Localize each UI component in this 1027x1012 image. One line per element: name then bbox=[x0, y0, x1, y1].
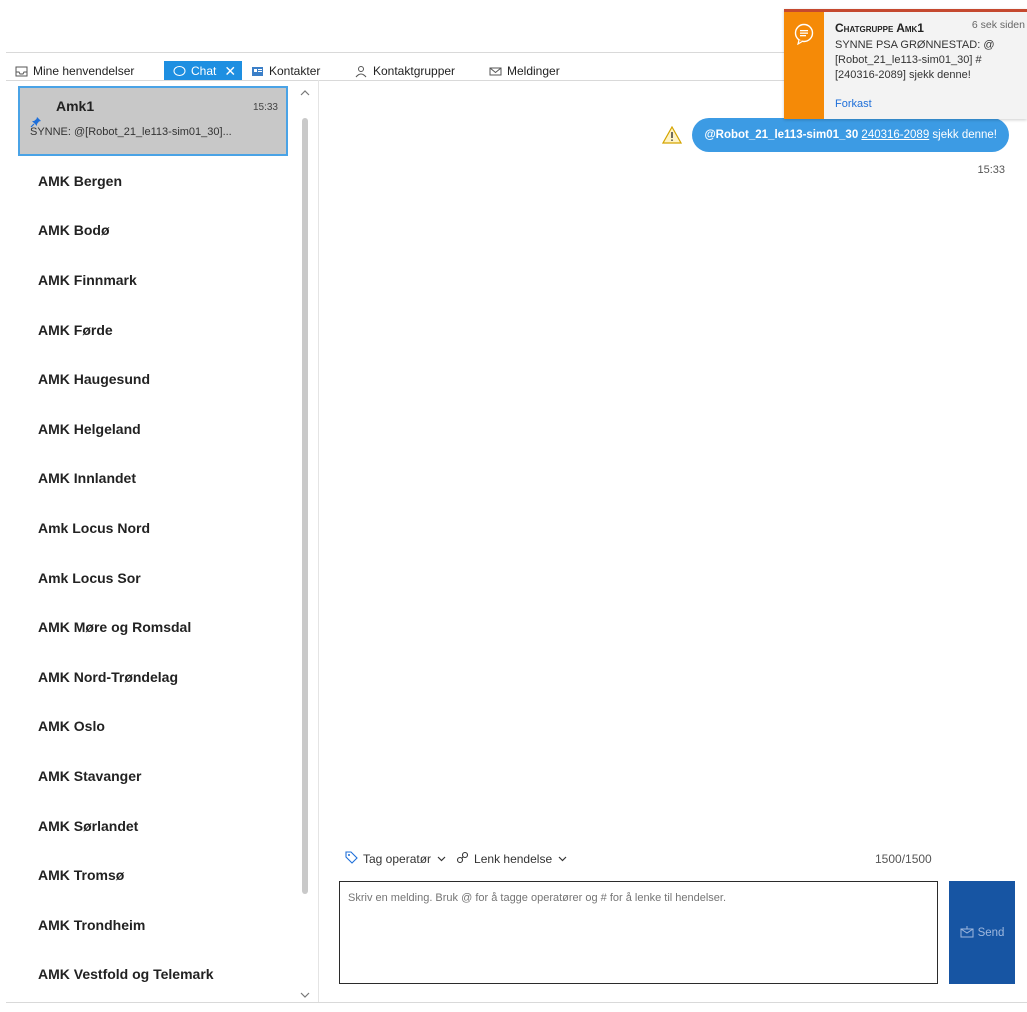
pin-icon[interactable] bbox=[30, 116, 42, 131]
tab-meldinger[interactable]: Meldinger bbox=[488, 61, 560, 81]
composer-toolbar: Tag operatør Lenk hendelse bbox=[345, 851, 577, 867]
chat-name: Amk1 bbox=[56, 98, 95, 114]
chevron-down-icon[interactable] bbox=[298, 988, 312, 1002]
notification-age: 6 sek siden bbox=[971, 19, 1025, 31]
notification-title: Chatgruppe Amk1 bbox=[835, 21, 924, 35]
chat-item[interactable]: AMK Bergen bbox=[18, 156, 288, 206]
group-icon bbox=[354, 64, 368, 78]
tag-icon bbox=[345, 851, 358, 867]
chat-item[interactable]: AMK Innlandet bbox=[18, 454, 288, 504]
tab-kontaktgrupper[interactable]: Kontaktgrupper bbox=[354, 61, 455, 81]
message-row: @Robot_21_le113-sim01_30 240316-2089 sje… bbox=[662, 118, 1009, 152]
message-time: 15:33 bbox=[977, 164, 1005, 176]
chat-item[interactable]: AMK Førde bbox=[18, 305, 288, 355]
link-incident-button[interactable]: Lenk hendelse bbox=[456, 851, 567, 867]
chat-list: Amk1 15:33 SYNNE: @[Robot_21_le113-sim01… bbox=[18, 86, 288, 999]
chat-item-selected[interactable]: Amk1 15:33 SYNNE: @[Robot_21_le113-sim01… bbox=[18, 86, 288, 156]
chat-sidebar: Amk1 15:33 SYNNE: @[Robot_21_le113-sim01… bbox=[18, 86, 318, 1002]
character-counter: 1500/1500 bbox=[875, 852, 932, 866]
tab-label: Meldinger bbox=[507, 64, 560, 78]
scrollbar-thumb[interactable] bbox=[302, 118, 308, 894]
chat-item[interactable]: Amk Locus Nord bbox=[18, 503, 288, 553]
tab-mine-henvendelser[interactable]: Mine henvendelser bbox=[14, 61, 134, 81]
chat-preview: SYNNE: @[Robot_21_le113-sim01_30]... bbox=[30, 126, 232, 138]
chat-item[interactable]: AMK Stavanger bbox=[18, 751, 288, 801]
message-mention[interactable]: @Robot_21_le113-sim01_30 bbox=[704, 129, 858, 141]
message-input[interactable] bbox=[339, 881, 938, 984]
tab-label: Mine henvendelser bbox=[33, 64, 135, 78]
link-icon bbox=[456, 851, 469, 867]
bottom-border bbox=[6, 1002, 1027, 1003]
inbox-icon bbox=[14, 64, 28, 78]
tab-label: Kontaktgrupper bbox=[373, 64, 456, 78]
dismiss-link[interactable]: Forkast bbox=[835, 98, 872, 110]
notification-body: SYNNE PSA GRØNNESTAD: @ [Robot_21_le113-… bbox=[835, 39, 995, 81]
chevron-down-icon bbox=[437, 854, 446, 865]
chat-icon bbox=[172, 64, 186, 78]
tab-label: Chat bbox=[191, 64, 217, 78]
chat-bubble-icon bbox=[793, 23, 815, 119]
tab-chat[interactable]: Chat ✕ bbox=[164, 61, 243, 81]
chat-item[interactable]: AMK Vestfold og Telemark bbox=[18, 950, 288, 1000]
send-icon bbox=[960, 925, 974, 941]
warning-icon bbox=[662, 125, 683, 144]
contact-card-icon bbox=[250, 64, 264, 78]
link-incident-label: Lenk hendelse bbox=[474, 852, 553, 866]
panel-divider bbox=[318, 80, 319, 1002]
chat-item[interactable]: AMK Haugesund bbox=[18, 354, 288, 404]
notification-toast[interactable]: Chatgruppe Amk1 6 sek siden SYNNE PSA GR… bbox=[784, 9, 1027, 119]
mail-icon bbox=[488, 64, 502, 78]
close-tab-icon[interactable]: ✕ bbox=[224, 64, 236, 78]
chat-item[interactable]: AMK Helgeland bbox=[18, 404, 288, 454]
tab-kontakter[interactable]: Kontakter bbox=[250, 61, 320, 81]
chat-time: 15:33 bbox=[252, 102, 278, 113]
chat-item[interactable]: Amk Locus Sor bbox=[18, 553, 288, 603]
tag-operator-label: Tag operatør bbox=[363, 852, 432, 866]
message-bubble: @Robot_21_le113-sim01_30 240316-2089 sje… bbox=[692, 118, 1009, 152]
chat-item[interactable]: AMK Tromsø bbox=[18, 850, 288, 900]
tab-label: Kontakter bbox=[269, 64, 321, 78]
tag-operator-button[interactable]: Tag operatør bbox=[345, 851, 446, 867]
chat-item[interactable]: AMK Nord-Trøndelag bbox=[18, 652, 288, 702]
chat-item[interactable]: AMK Sørlandet bbox=[18, 801, 288, 851]
chat-item[interactable]: AMK Bodø bbox=[18, 206, 288, 256]
incident-link[interactable]: 240316-2089 bbox=[861, 129, 929, 141]
message-text: sjekk denne! bbox=[932, 129, 997, 141]
chat-list-scrollbar[interactable] bbox=[298, 86, 312, 1002]
chevron-up-icon[interactable] bbox=[298, 86, 312, 100]
chat-item[interactable]: AMK Finnmark bbox=[18, 255, 288, 305]
notification-accent bbox=[784, 12, 824, 119]
chat-item[interactable]: AMK Trondheim bbox=[18, 900, 288, 950]
send-button[interactable]: Send bbox=[949, 881, 1015, 984]
chat-item[interactable]: AMK Møre og Romsdal bbox=[18, 602, 288, 652]
chat-item[interactable]: AMK Oslo bbox=[18, 702, 288, 752]
send-label: Send bbox=[977, 926, 1005, 939]
chevron-down-icon bbox=[558, 854, 567, 865]
